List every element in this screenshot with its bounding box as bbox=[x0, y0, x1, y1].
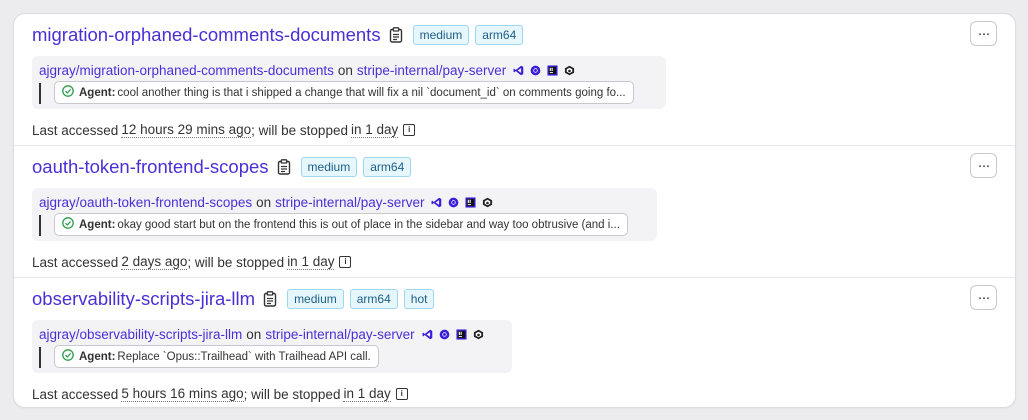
last-accessed-line: Last accessed 5 hours 16 mins ago ; will… bbox=[32, 386, 408, 402]
last-accessed-time[interactable]: 12 hours 29 mins ago bbox=[121, 122, 252, 138]
last-accessed-line: Last accessed 2 days ago ; will be stopp… bbox=[32, 254, 352, 270]
branch-link[interactable]: ajgray/oauth-token-frontend-scopes bbox=[39, 195, 252, 210]
agent-message: okay good start but on the frontend this… bbox=[117, 218, 620, 231]
agent-message-box[interactable]: Agent: cool another thing is that i shipp… bbox=[54, 81, 634, 104]
workspace-title-link[interactable]: migration-orphaned-comments-documents bbox=[32, 24, 381, 46]
agent-label: Agent: bbox=[79, 350, 116, 363]
info-icon[interactable]: i bbox=[395, 388, 408, 400]
workspace-row: observability-scripts-jira-llm medium arm… bbox=[14, 278, 1015, 407]
workspace-row: migration-orphaned-comments-documents me… bbox=[14, 14, 1015, 146]
session-panel: ajgray/observability-scripts-jira-llm on… bbox=[32, 320, 512, 373]
chrome-icon[interactable] bbox=[439, 329, 450, 340]
more-options-button[interactable]: ··· bbox=[970, 153, 997, 178]
check-circle-icon bbox=[62, 217, 74, 232]
branch-link[interactable]: ajgray/migration-orphaned-comments-docum… bbox=[39, 63, 334, 78]
stop-time[interactable]: in 1 day bbox=[350, 122, 399, 138]
agent-label: Agent: bbox=[79, 218, 116, 231]
jetbrains-icon[interactable] bbox=[547, 65, 558, 76]
clipboard-icon[interactable] bbox=[263, 291, 277, 307]
vscode-icon[interactable] bbox=[513, 65, 524, 76]
agent-label: Agent: bbox=[79, 86, 116, 99]
on-label: on bbox=[246, 327, 262, 342]
tag-medium: medium bbox=[412, 25, 470, 45]
terminal-icon[interactable] bbox=[482, 197, 493, 208]
repo-link[interactable]: stripe-internal/pay-server bbox=[265, 327, 414, 342]
workspace-row: oauth-token-frontend-scopes medium arm64 … bbox=[14, 146, 1015, 278]
more-options-button[interactable]: ··· bbox=[970, 285, 997, 310]
chrome-icon[interactable] bbox=[530, 65, 541, 76]
info-icon[interactable]: i bbox=[403, 124, 416, 136]
check-circle-icon bbox=[62, 349, 74, 364]
workspace-title-link[interactable]: observability-scripts-jira-llm bbox=[32, 288, 255, 310]
info-icon[interactable]: i bbox=[339, 256, 352, 268]
chrome-icon[interactable] bbox=[448, 197, 459, 208]
more-options-button[interactable]: ··· bbox=[970, 21, 997, 46]
jetbrains-icon[interactable] bbox=[456, 329, 467, 340]
on-label: on bbox=[256, 195, 272, 210]
clipboard-icon[interactable] bbox=[389, 27, 403, 43]
repo-link[interactable]: stripe-internal/pay-server bbox=[357, 63, 506, 78]
workspace-title-link[interactable]: oauth-token-frontend-scopes bbox=[32, 156, 269, 178]
tag-arm64: arm64 bbox=[475, 25, 524, 45]
on-label: on bbox=[337, 63, 353, 78]
terminal-icon[interactable] bbox=[473, 329, 484, 340]
agent-message-box[interactable]: Agent: Replace `Opus::Trailhead` with Tra… bbox=[54, 345, 379, 368]
repo-link[interactable]: stripe-internal/pay-server bbox=[275, 195, 424, 210]
vscode-icon[interactable] bbox=[431, 197, 442, 208]
session-panel: ajgray/oauth-token-frontend-scopes on st… bbox=[32, 188, 657, 241]
clipboard-icon[interactable] bbox=[277, 159, 291, 175]
jetbrains-icon[interactable] bbox=[465, 197, 477, 208]
vscode-icon[interactable] bbox=[422, 329, 433, 340]
last-accessed-time[interactable]: 2 days ago bbox=[121, 254, 188, 270]
branch-link[interactable]: ajgray/observability-scripts-jira-llm bbox=[39, 327, 242, 342]
stop-time[interactable]: in 1 day bbox=[343, 386, 391, 402]
check-circle-icon bbox=[62, 85, 74, 100]
last-accessed-line: Last accessed 12 hours 29 mins ago ; wil… bbox=[32, 122, 416, 138]
agent-message: Replace `Opus::Trailhead` with Trailhead… bbox=[117, 350, 371, 363]
stop-time[interactable]: in 1 day bbox=[287, 254, 335, 270]
tag-arm64: arm64 bbox=[349, 289, 398, 309]
terminal-icon[interactable] bbox=[564, 65, 575, 76]
workspace-list: migration-orphaned-comments-documents me… bbox=[13, 13, 1016, 408]
agent-message: cool another thing is that i shipped a c… bbox=[117, 86, 626, 99]
last-accessed-time[interactable]: 5 hours 16 mins ago bbox=[121, 386, 244, 402]
tag-medium: medium bbox=[300, 157, 358, 177]
tag-arm64: arm64 bbox=[363, 157, 412, 177]
agent-message-box[interactable]: Agent: okay good start but on the fronten… bbox=[54, 213, 628, 236]
tag-hot: hot bbox=[403, 289, 435, 309]
session-panel: ajgray/migration-orphaned-comments-docum… bbox=[32, 56, 666, 109]
tag-medium: medium bbox=[287, 289, 344, 309]
